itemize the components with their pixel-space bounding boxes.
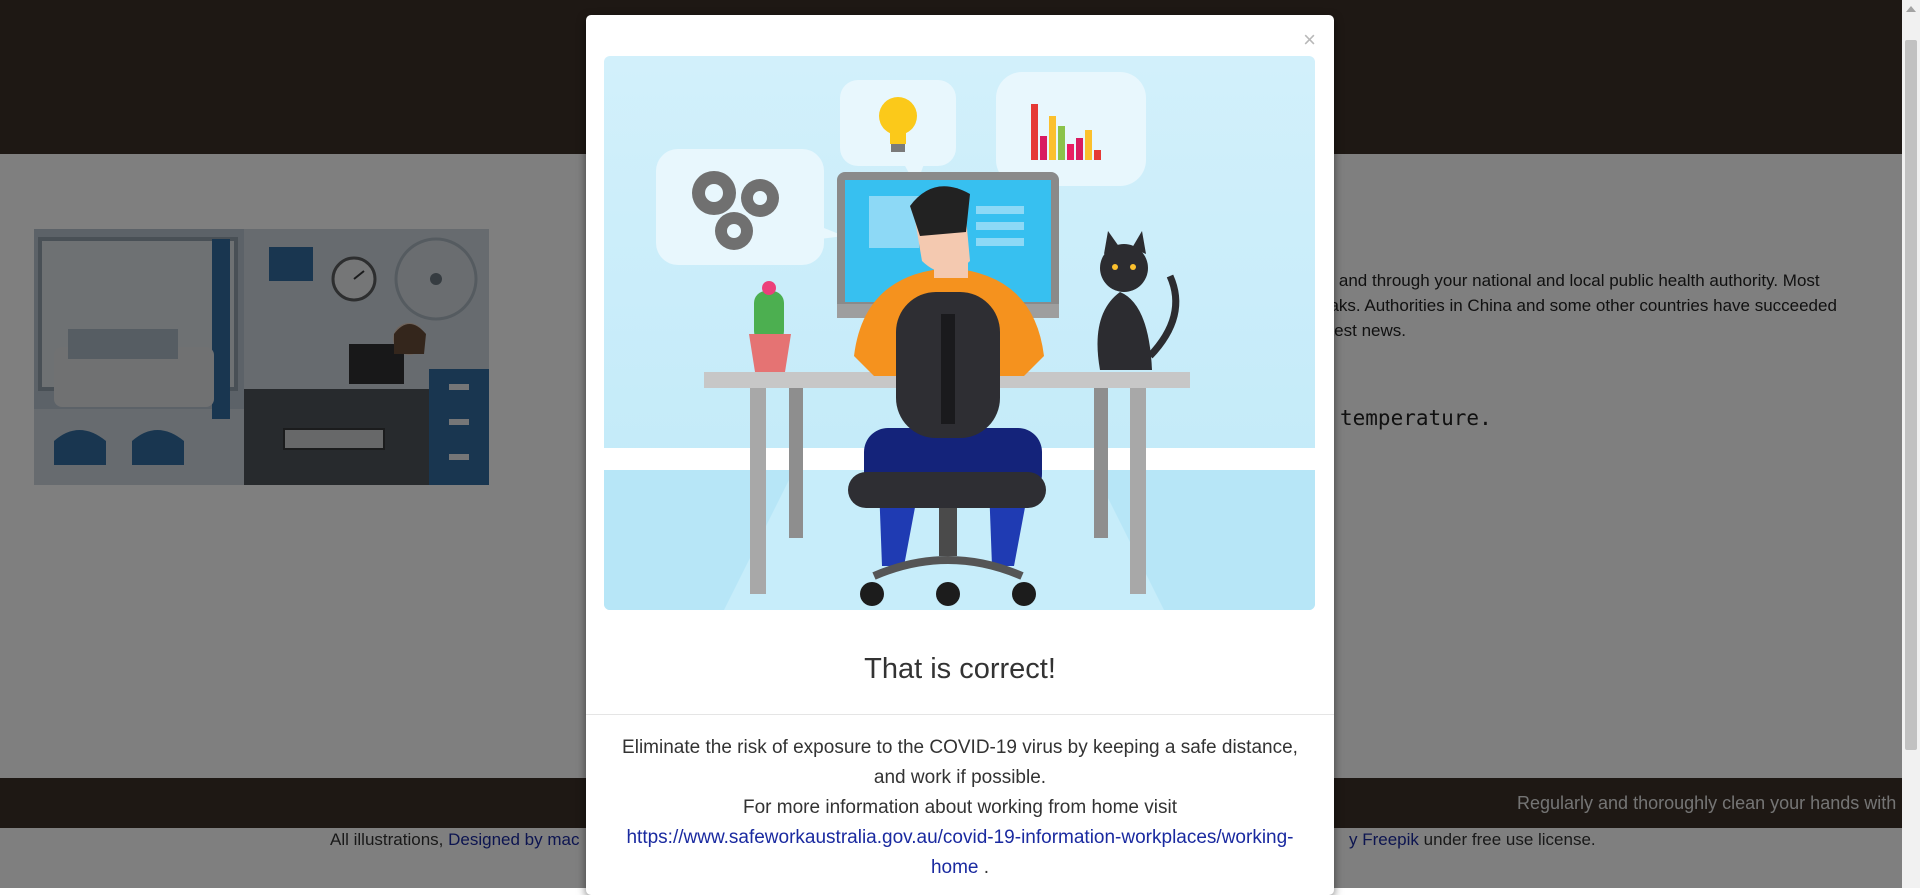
modal-title: That is correct! (864, 653, 1056, 685)
gear-thought-bubble (656, 149, 844, 265)
modal-divider (586, 714, 1334, 715)
modal-link-wrap: https://www.safeworkaustralia.gov.au/cov… (616, 823, 1304, 883)
modal-link-suffix: . (983, 857, 990, 878)
work-from-home-illustration (604, 56, 1315, 610)
modal-more-info: For more information about working from … (743, 797, 1177, 818)
close-icon[interactable]: × (1303, 29, 1316, 51)
modal-message: Eliminate the risk of exposure to the CO… (622, 737, 1298, 788)
safework-link[interactable]: https://www.safeworkaustralia.gov.au/cov… (626, 827, 1293, 878)
modal-body: Eliminate the risk of exposure to the CO… (616, 733, 1304, 883)
scrollbar-thumb[interactable] (1905, 40, 1917, 750)
scroll-up-arrow-icon[interactable] (1906, 6, 1916, 12)
page-scrollbar[interactable] (1902, 0, 1920, 888)
feedback-modal: × That is correct! Eliminate the risk of… (586, 15, 1334, 895)
